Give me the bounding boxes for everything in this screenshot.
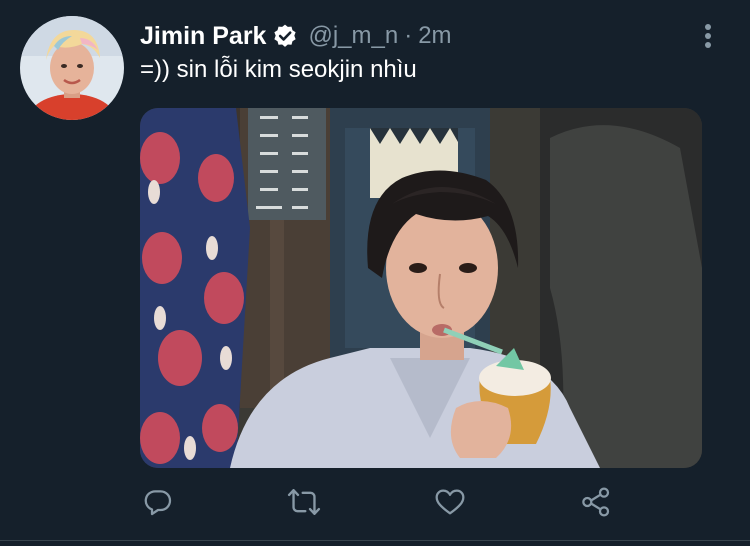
tweet-timestamp[interactable]: 2m (418, 22, 451, 50)
verified-badge-icon (272, 23, 298, 49)
avatar-image (20, 16, 124, 120)
tweet-actions (0, 484, 750, 520)
author-handle[interactable]: @j_m_n (308, 22, 398, 50)
share-icon[interactable] (578, 484, 614, 520)
tweet-divider (0, 540, 750, 541)
tweet: Jimin Park @j_m_n · 2m =)) sin lỗi kim s… (0, 0, 750, 546)
tweet-text: =)) sin lỗi kim seokjin nhìu (140, 56, 417, 83)
tweet-header: Jimin Park @j_m_n · 2m (140, 18, 452, 54)
reply-icon[interactable] (140, 484, 176, 520)
media-photo (140, 108, 702, 468)
author-name[interactable]: Jimin Park (140, 22, 266, 51)
more-options-icon[interactable] (700, 22, 716, 50)
like-icon[interactable] (432, 484, 468, 520)
avatar[interactable] (20, 16, 124, 120)
tweet-media[interactable] (140, 108, 702, 468)
retweet-icon[interactable] (286, 484, 322, 520)
header-separator: · (404, 22, 413, 49)
